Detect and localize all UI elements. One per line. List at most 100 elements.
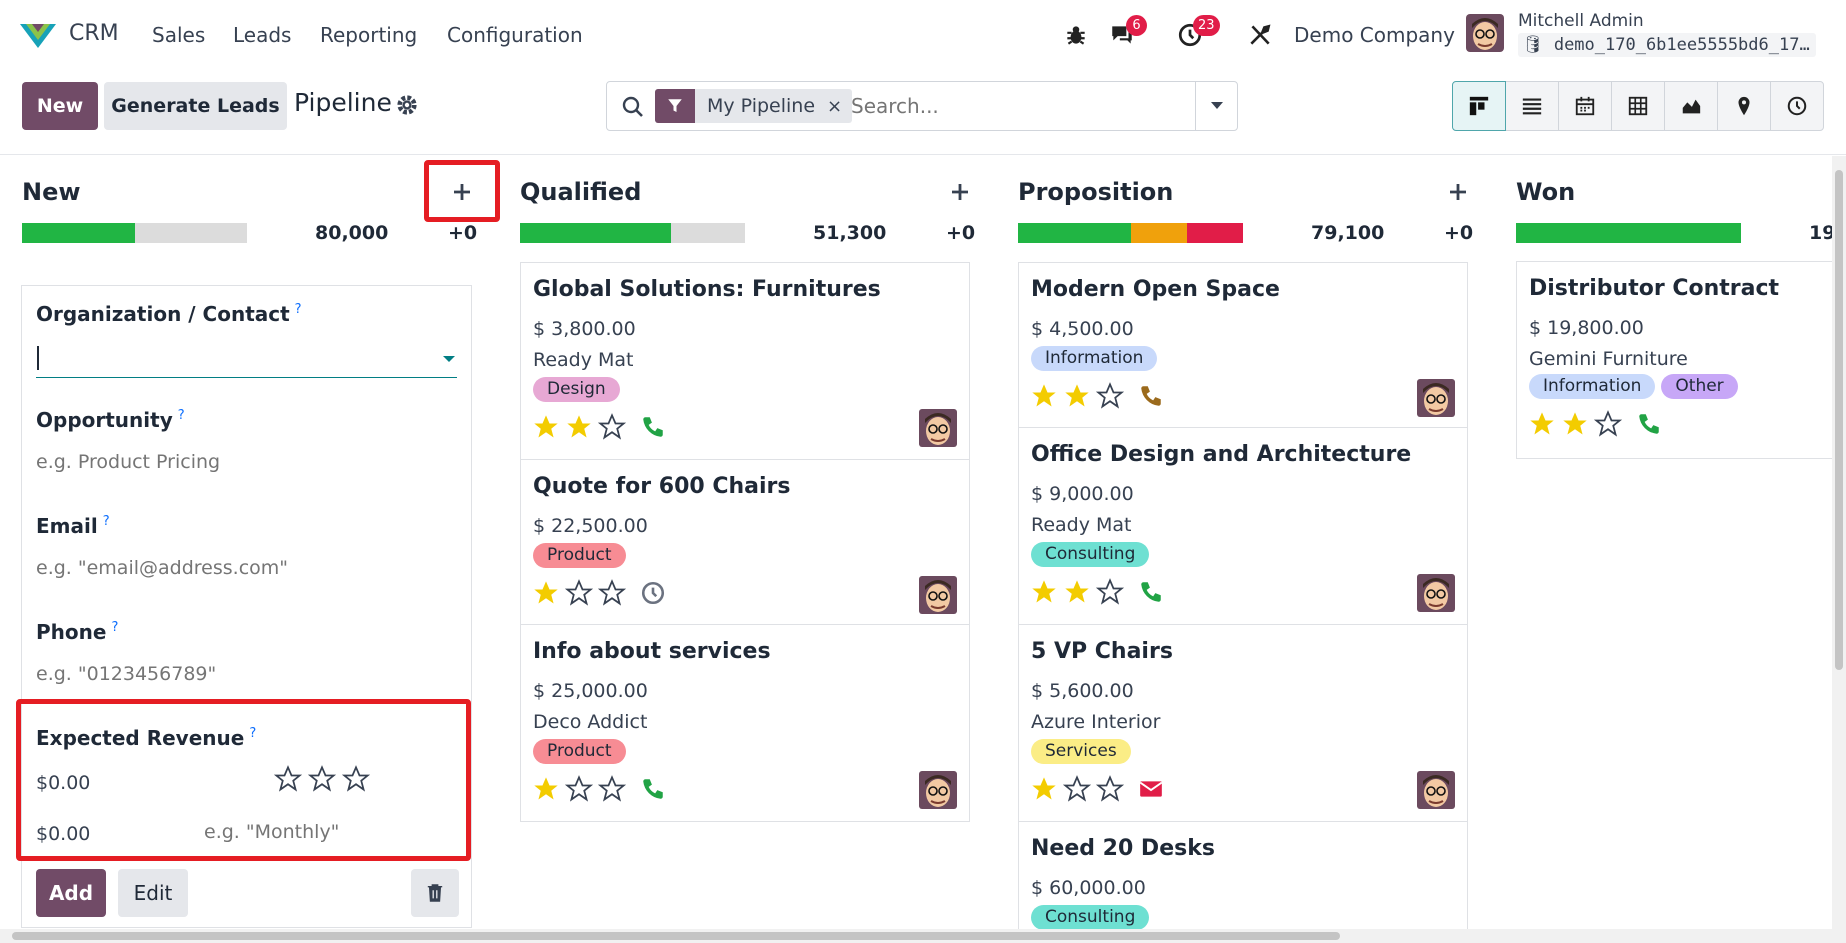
salesperson-avatar[interactable] bbox=[919, 409, 957, 447]
column-progressbar[interactable] bbox=[520, 223, 745, 243]
phone-icon[interactable] bbox=[640, 414, 666, 440]
column-progressbar[interactable] bbox=[1018, 223, 1243, 243]
star-empty-icon[interactable] bbox=[564, 775, 594, 803]
salesperson-avatar[interactable] bbox=[1417, 379, 1455, 417]
star-empty-icon[interactable] bbox=[1095, 578, 1125, 606]
kanban-card[interactable]: Modern Open Space $ 4,500.00 Information bbox=[1018, 262, 1468, 428]
avatar-image-icon bbox=[1466, 14, 1504, 52]
company-switcher[interactable]: Demo Company bbox=[1294, 23, 1455, 47]
scrollbar-thumb[interactable] bbox=[12, 932, 1340, 940]
column-progressbar[interactable] bbox=[22, 223, 247, 243]
activity-clock-icon[interactable] bbox=[640, 580, 666, 606]
star-empty-icon[interactable] bbox=[597, 413, 627, 441]
salesperson-avatar[interactable] bbox=[919, 576, 957, 614]
help-icon[interactable]: ? bbox=[295, 302, 302, 317]
gear-icon[interactable] bbox=[396, 94, 418, 116]
search-options-toggle[interactable] bbox=[1195, 82, 1237, 130]
menu-leads[interactable]: Leads bbox=[233, 23, 291, 47]
star-empty-icon[interactable] bbox=[1593, 410, 1623, 438]
progress-red[interactable] bbox=[1186, 223, 1243, 243]
progress-green[interactable] bbox=[22, 223, 135, 243]
phone-icon[interactable] bbox=[640, 776, 666, 802]
pivot-view-button[interactable] bbox=[1611, 81, 1665, 131]
phone-icon[interactable] bbox=[1138, 579, 1164, 605]
phone-icon[interactable] bbox=[1636, 411, 1662, 437]
plus-icon[interactable] bbox=[948, 180, 972, 204]
help-icon[interactable]: ? bbox=[103, 514, 110, 529]
new-button[interactable]: New bbox=[22, 82, 98, 130]
phone-icon[interactable] bbox=[1138, 383, 1164, 409]
salesperson-avatar[interactable] bbox=[919, 771, 957, 809]
salesperson-avatar[interactable] bbox=[1417, 771, 1455, 809]
org-contact-input[interactable] bbox=[36, 338, 457, 378]
star-filled-icon[interactable] bbox=[1527, 410, 1557, 438]
tag: Design bbox=[533, 377, 620, 402]
star-filled-icon[interactable] bbox=[1029, 578, 1059, 606]
star-filled-icon[interactable] bbox=[1029, 775, 1059, 803]
star-empty-icon[interactable] bbox=[597, 775, 627, 803]
star-filled-icon[interactable] bbox=[1062, 382, 1092, 410]
progress-green[interactable] bbox=[1018, 223, 1131, 243]
kanban-card[interactable]: Need 20 Desks $ 60,000.00 Consulting bbox=[1018, 821, 1468, 930]
activity-view-button[interactable] bbox=[1770, 81, 1824, 131]
kanban-card[interactable]: 5 VP Chairs $ 5,600.00 Azure Interior Se… bbox=[1018, 624, 1468, 822]
email-icon[interactable] bbox=[1138, 776, 1164, 802]
bug-icon[interactable] bbox=[1063, 22, 1089, 48]
help-icon[interactable]: ? bbox=[111, 620, 118, 635]
map-view-button[interactable] bbox=[1717, 81, 1771, 131]
progress-orange[interactable] bbox=[1130, 223, 1187, 243]
star-empty-icon[interactable] bbox=[1062, 775, 1092, 803]
calendar-view-button[interactable] bbox=[1558, 81, 1612, 131]
email-input[interactable] bbox=[36, 557, 456, 579]
list-view-button[interactable] bbox=[1505, 81, 1559, 131]
progress-green[interactable] bbox=[520, 223, 671, 243]
search-input[interactable] bbox=[851, 91, 1191, 121]
card-amount: $ 3,800.00 bbox=[533, 318, 636, 340]
dropdown-arrow-icon[interactable] bbox=[443, 356, 455, 362]
kanban-card[interactable]: Quote for 600 Chairs $ 22,500.00 Product bbox=[520, 459, 970, 625]
star-empty-icon[interactable] bbox=[1095, 382, 1125, 410]
kanban-view-button[interactable] bbox=[1452, 81, 1506, 131]
kanban-card[interactable]: Office Design and Architecture $ 9,000.0… bbox=[1018, 427, 1468, 625]
salesperson-avatar[interactable] bbox=[1417, 574, 1455, 612]
opportunity-input[interactable] bbox=[36, 451, 456, 473]
star-filled-icon[interactable] bbox=[1560, 410, 1590, 438]
generate-leads-button[interactable]: Generate Leads bbox=[104, 82, 287, 130]
user-name[interactable]: Mitchell Admin bbox=[1518, 11, 1644, 31]
star-filled-icon[interactable] bbox=[1029, 382, 1059, 410]
star-filled-icon[interactable] bbox=[531, 413, 561, 441]
facet-remove-icon[interactable]: × bbox=[827, 96, 852, 117]
search-icon[interactable] bbox=[621, 95, 645, 119]
star-filled-icon[interactable] bbox=[1062, 578, 1092, 606]
edit-button[interactable]: Edit bbox=[118, 869, 188, 917]
phone-input[interactable] bbox=[36, 663, 456, 685]
menu-sales[interactable]: Sales bbox=[152, 23, 205, 47]
opportunity-label: Opportunity? bbox=[36, 408, 185, 432]
crm-logo-icon[interactable] bbox=[18, 20, 58, 50]
app-name[interactable]: CRM bbox=[69, 21, 119, 46]
add-button[interactable]: Add bbox=[36, 869, 106, 917]
kanban-card[interactable]: Global Solutions: Furnitures $ 3,800.00 … bbox=[520, 262, 970, 460]
vertical-scrollbar[interactable] bbox=[1832, 156, 1846, 929]
star-filled-icon[interactable] bbox=[531, 775, 561, 803]
discard-button[interactable] bbox=[411, 869, 459, 917]
star-empty-icon[interactable] bbox=[1095, 775, 1125, 803]
menu-reporting[interactable]: Reporting bbox=[320, 23, 417, 47]
star-filled-icon[interactable] bbox=[564, 413, 594, 441]
star-filled-icon[interactable] bbox=[531, 579, 561, 607]
plus-icon[interactable] bbox=[1446, 180, 1470, 204]
star-empty-icon[interactable] bbox=[564, 579, 594, 607]
horizontal-scrollbar[interactable] bbox=[0, 929, 1846, 943]
menu-configuration[interactable]: Configuration bbox=[447, 23, 583, 47]
column-progressbar[interactable] bbox=[1516, 223, 1741, 243]
kanban-card[interactable]: Distributor Contract $ 19,800.00 Gemini … bbox=[1516, 261, 1832, 459]
tools-icon[interactable] bbox=[1247, 22, 1273, 48]
kanban-card[interactable]: Info about services $ 25,000.00 Deco Add… bbox=[520, 624, 970, 822]
help-icon[interactable]: ? bbox=[178, 408, 185, 423]
star-empty-icon[interactable] bbox=[597, 579, 627, 607]
scrollbar-thumb[interactable] bbox=[1835, 170, 1843, 670]
map-pin-icon bbox=[1738, 96, 1750, 116]
progress-green[interactable] bbox=[1516, 223, 1741, 243]
user-avatar[interactable] bbox=[1466, 14, 1504, 52]
graph-view-button[interactable] bbox=[1664, 81, 1718, 131]
